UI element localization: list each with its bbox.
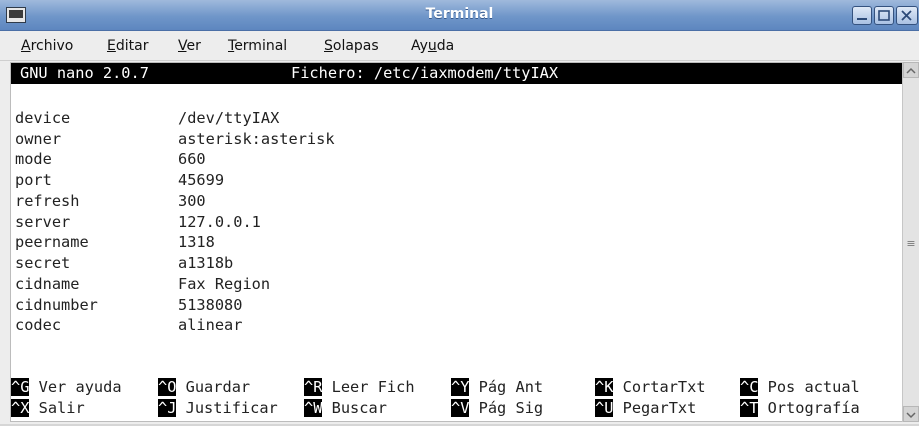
config-value: 1318 — [178, 233, 215, 251]
scroll-down-button[interactable] — [903, 406, 919, 422]
menu-mnemonic: u — [427, 38, 437, 54]
terminal-area[interactable]: GNU nano 2.0.7 Fichero: /etc/iaxmodem/tt… — [10, 62, 903, 422]
chevron-down-icon — [906, 412, 916, 419]
shortcut-label: Pág Sig — [478, 399, 544, 417]
chevron-up-icon — [906, 67, 916, 74]
shortcut-key: ^W — [304, 399, 323, 417]
config-value: a1318b — [178, 254, 234, 272]
shortcut-label: Pág Ant — [478, 378, 544, 396]
config-value: /dev/ttyIAX — [178, 109, 280, 127]
nano-title-bar: GNU nano 2.0.7 Fichero: /etc/iaxmodem/tt… — [11, 63, 902, 84]
scroll-grip[interactable]: ≡ — [903, 237, 919, 250]
config-key: owner — [15, 130, 62, 148]
shortcut-key: ^G — [11, 378, 30, 396]
menu-label: Ay — [411, 38, 428, 54]
menu-mnemonic: E — [107, 38, 116, 54]
menu-label: er — [186, 38, 201, 54]
shortcut-key: ^C — [740, 378, 759, 396]
menu-mnemonic: A — [21, 38, 31, 54]
maximize-icon — [878, 10, 890, 21]
shortcut-justificar[interactable]: ^J Justificar — [158, 398, 278, 419]
nano-version: GNU nano 2.0.7 — [20, 64, 149, 82]
shortcut-ortografia[interactable]: ^T Ortografía — [740, 398, 860, 419]
shortcut-key: ^O — [158, 378, 177, 396]
shortcut-leer-fich[interactable]: ^R Leer Fich — [304, 377, 415, 398]
config-value: 300 — [178, 192, 206, 210]
close-button[interactable] — [896, 6, 918, 25]
config-value: 660 — [178, 150, 206, 168]
config-key: cidnumber — [15, 296, 98, 314]
config-value: 45699 — [178, 171, 225, 189]
window-title: Terminal — [425, 6, 494, 22]
config-key: device — [15, 109, 71, 127]
config-value: alinear — [178, 316, 243, 334]
shortcut-pos-actual[interactable]: ^C Pos actual — [740, 377, 860, 398]
menu-label: ditar — [115, 38, 149, 54]
config-key: mode — [15, 150, 52, 168]
shortcut-key: ^Y — [451, 378, 470, 396]
shortcut-pegar-txt[interactable]: ^U PegarTxt — [595, 398, 696, 419]
shortcut-label: Leer Fich — [331, 378, 415, 396]
menu-archivo[interactable]: Archivo — [21, 38, 73, 54]
menu-ver[interactable]: Ver — [178, 38, 201, 54]
minimize-icon — [857, 18, 867, 20]
menu-terminal[interactable]: Terminal — [228, 38, 287, 54]
shortcut-key: ^R — [304, 378, 323, 396]
nano-filename: Fichero: /etc/iaxmodem/ttyIAX — [291, 64, 559, 82]
shortcut-label: Guardar — [185, 378, 251, 396]
config-value: asterisk:asterisk — [178, 130, 335, 148]
config-key: cidname — [15, 275, 80, 293]
config-key: peername — [15, 233, 89, 251]
shortcut-pag-sig[interactable]: ^V Pág Sig — [451, 398, 543, 419]
menu-label: olapas — [332, 38, 379, 54]
shortcut-label: Salir — [38, 399, 85, 417]
shortcut-ver-ayuda[interactable]: ^G Ver ayuda — [11, 377, 122, 398]
shortcut-label: CortarTxt — [622, 378, 706, 396]
menu-mnemonic: S — [324, 38, 333, 54]
config-value: 127.0.0.1 — [178, 213, 261, 231]
terminal-window: Terminal Archivo Editar Ver Terminal Sol… — [0, 0, 919, 424]
shortcut-key: ^X — [11, 399, 30, 417]
shortcut-key: ^V — [451, 399, 470, 417]
shortcut-label: Buscar — [331, 399, 387, 417]
scroll-up-button[interactable] — [903, 62, 919, 78]
menu-bar: Archivo Editar Ver Terminal Solapas Ayud… — [0, 31, 919, 61]
minimize-button[interactable] — [852, 6, 872, 25]
shortcut-label: Ver ayuda — [38, 378, 122, 396]
shortcut-buscar[interactable]: ^W Buscar — [304, 398, 387, 419]
shortcut-guardar[interactable]: ^O Guardar — [158, 377, 250, 398]
config-value: Fax Region — [178, 275, 271, 293]
config-value: 5138080 — [178, 296, 243, 314]
shortcut-key: ^J — [158, 399, 177, 417]
shortcut-cortar-txt[interactable]: ^K CortarTxt — [595, 377, 706, 398]
config-key: codec — [15, 316, 62, 334]
shortcut-pag-ant[interactable]: ^Y Pág Ant — [451, 377, 543, 398]
menu-mnemonic: V — [178, 38, 187, 54]
menu-solapas[interactable]: Solapas — [324, 38, 379, 54]
shortcut-key: ^U — [595, 399, 614, 417]
maximize-button[interactable] — [874, 6, 894, 25]
shortcut-key: ^T — [740, 399, 759, 417]
shortcut-key: ^K — [595, 378, 614, 396]
config-key: port — [15, 171, 52, 189]
close-icon — [901, 10, 912, 21]
config-key: secret — [15, 254, 71, 272]
menu-label: da — [436, 38, 455, 54]
menu-label: erminal — [234, 38, 288, 54]
shortcut-label: PegarTxt — [622, 399, 697, 417]
menu-editar[interactable]: Editar — [107, 38, 148, 54]
vertical-scrollbar[interactable]: ≡ — [902, 62, 919, 422]
config-key: server — [15, 213, 71, 231]
shortcut-label: Pos actual — [767, 378, 860, 396]
shortcut-salir[interactable]: ^X Salir — [11, 398, 85, 419]
shortcut-label: Ortografía — [767, 399, 860, 417]
menu-ayuda[interactable]: Ayuda — [411, 38, 454, 54]
menu-label: rchivo — [30, 38, 74, 54]
shortcut-label: Justificar — [185, 399, 278, 417]
config-key: refresh — [15, 192, 80, 210]
title-bar[interactable]: Terminal — [0, 0, 919, 31]
